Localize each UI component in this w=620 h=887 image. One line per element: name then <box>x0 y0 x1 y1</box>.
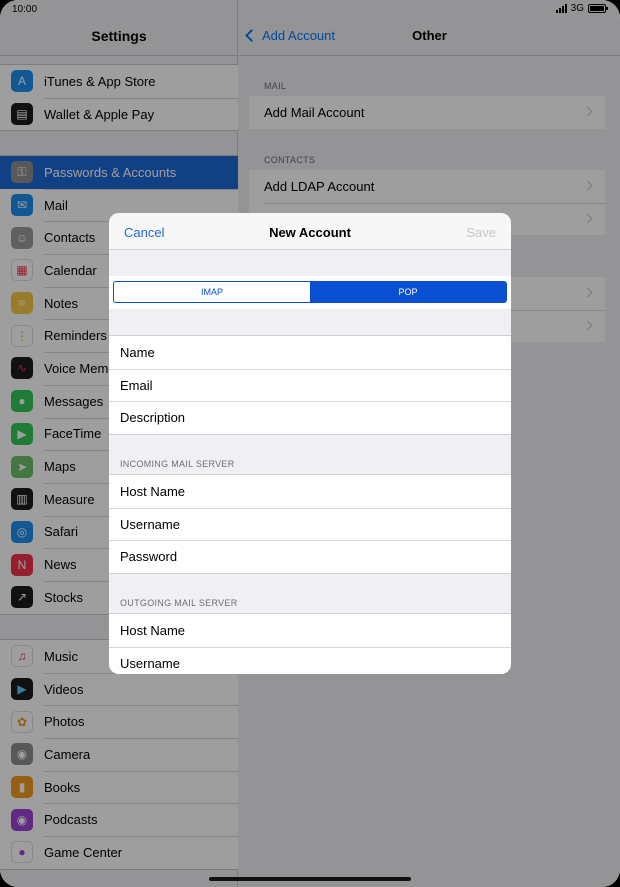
incoming-host-name-field[interactable]: Host Name <box>109 475 511 508</box>
name-field[interactable]: Name <box>109 336 511 369</box>
description-field[interactable]: Description <box>109 401 511 434</box>
outgoing-server-header: OUTGOING MAIL SERVER <box>120 598 238 608</box>
incoming-server-header: INCOMING MAIL SERVER <box>120 459 235 469</box>
outgoing-username-field[interactable]: Username <box>109 646 511 674</box>
ipad-screen: Settings A iTunes & App Store ▤ Wallet &… <box>0 0 620 887</box>
outgoing-server-group: Host Name Username <box>109 613 511 674</box>
incoming-password-field[interactable]: Password <box>109 540 511 573</box>
home-indicator[interactable] <box>209 877 411 881</box>
outgoing-host-name-field[interactable]: Host Name <box>109 614 511 647</box>
segment-imap[interactable]: IMAP <box>114 282 310 302</box>
segment-pop[interactable]: POP <box>310 282 506 302</box>
email-field[interactable]: Email <box>109 368 511 402</box>
account-info-group: Name Email Description <box>109 335 511 436</box>
account-type-container: IMAP POP <box>109 276 511 309</box>
save-button[interactable]: Save <box>466 225 496 240</box>
new-account-sheet: Cancel New Account Save IMAP POP Name Em… <box>109 213 511 674</box>
sheet-title: New Account <box>269 225 351 240</box>
sheet-nav-bar: Cancel New Account Save <box>109 213 511 250</box>
account-type-segmented-control: IMAP POP <box>113 281 507 303</box>
incoming-username-field[interactable]: Username <box>109 507 511 541</box>
incoming-server-group: Host Name Username Password <box>109 474 511 575</box>
